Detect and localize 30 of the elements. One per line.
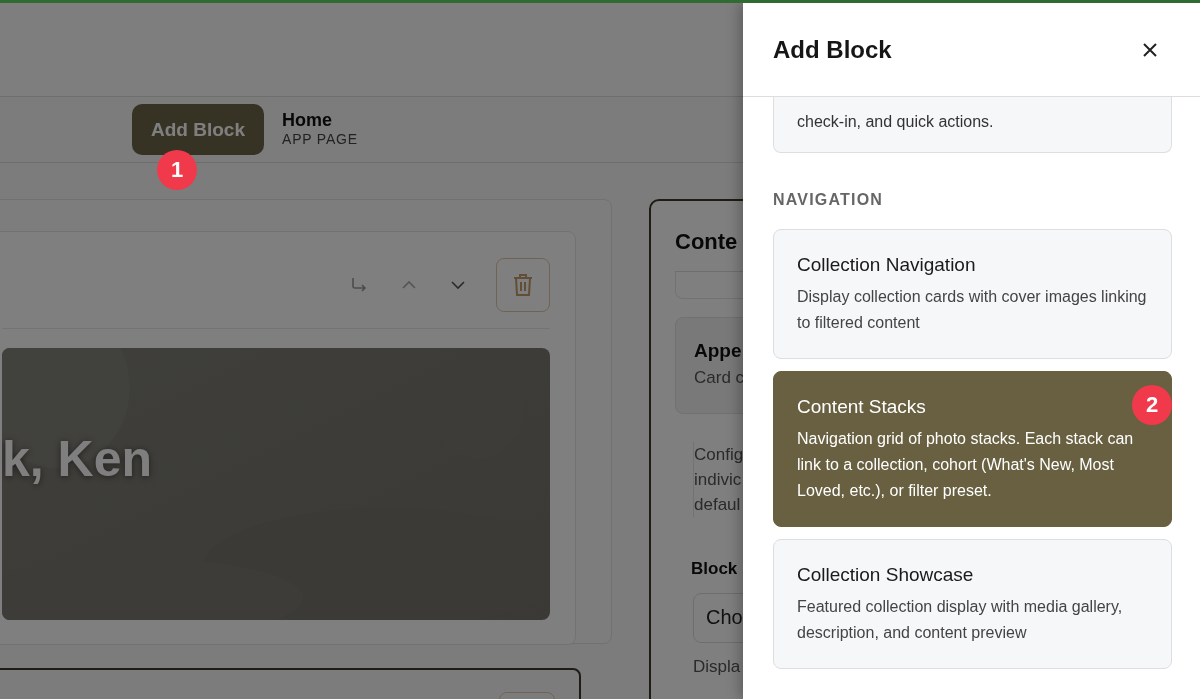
block-title: Content Stacks [797, 396, 927, 418]
block-description: Featured collection display with media gallery, description, and content preview [797, 597, 1124, 643]
block-description: check-in, and quick actions. [797, 112, 995, 132]
drawer-title: Add Block [773, 35, 892, 64]
description-line: indivic [694, 469, 743, 491]
backdrop[interactable] [0, 0, 743, 699]
block-description: Navigation grid of photo stacks. Each stack can link to a collection, cohort (What's New, Most Loved, etc.), or filter preset. [797, 429, 1135, 501]
help-text: Displa [693, 657, 741, 677]
block-option[interactable]: Collection Navigation Display collection cards with cover images linking to filtered content [773, 229, 1172, 359]
close-icon[interactable] [1142, 41, 1158, 58]
add-block-button[interactable]: Add Block [132, 104, 264, 155]
description-line: Config [694, 444, 743, 466]
block-title: Collection Navigation [797, 254, 977, 276]
field-label: Block [691, 559, 738, 579]
block-title: Collection Showcase [797, 564, 975, 586]
step-marker: 1 [157, 150, 197, 190]
page-title: Home [282, 110, 333, 131]
panel-title: Conte [675, 229, 738, 255]
block-option[interactable]: Collection Showcase Featured collection display with media gallery, description, and content preview [773, 539, 1172, 669]
step-marker: 2 [1132, 385, 1172, 425]
description-line: defaul [694, 494, 742, 516]
trash-icon [512, 273, 534, 297]
page-type: APP PAGE [282, 131, 358, 147]
section-subtitle: Card c [694, 368, 743, 388]
greeting-heading: k, Ken [2, 430, 153, 488]
block-option[interactable]: Content Stacks Navigation grid of photo stacks. Each stack can link to a collection, cohort (What's New, Most Loved, etc.), or filter preset. 2 [773, 371, 1172, 527]
section-title: Appe [694, 340, 743, 362]
block-description: Display collection cards with cover images linking to filtered content [797, 287, 1148, 333]
section-heading: NAVIGATION [773, 191, 885, 209]
delete-button[interactable] [496, 258, 550, 312]
